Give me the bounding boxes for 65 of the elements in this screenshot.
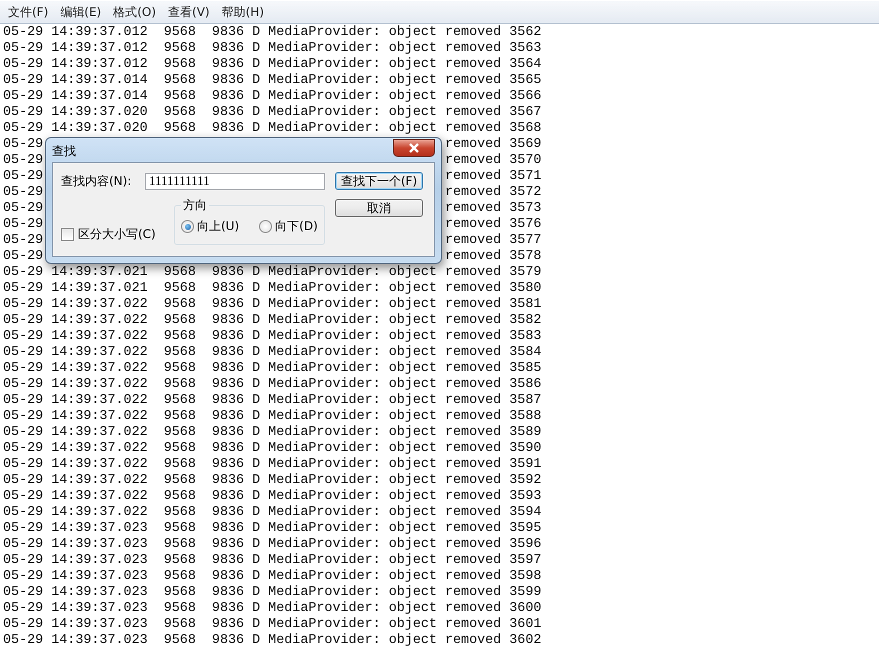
log-line: 05-29 14:39:37.022 9568 9836 D MediaProvider: object removed 3593 [3, 489, 542, 505]
log-line-end: removed 3569 [444, 137, 542, 153]
find-label: 查找内容(N): [61, 172, 132, 190]
log-line-end: removed 3576 [444, 217, 542, 233]
log-line-end: removed 3578 [444, 249, 542, 265]
log-line: 05-29 14:39:37.023 9568 9836 D MediaProvider: object removed 3602 [3, 633, 542, 649]
log-line-start: 05-29 [3, 169, 44, 185]
log-line: 05-29 14:39:37.023 9568 9836 D MediaProvider: object removed 3600 [3, 601, 542, 617]
log-line: 05-29 14:39:37.020 9568 9836 D MediaProvider: object removed 3567 [3, 105, 542, 121]
log-line: 05-29 14:39:37.022 9568 9836 D MediaProvider: object removed 3582 [3, 313, 542, 329]
log-line: 05-29 14:39:37.023 9568 9836 D MediaProvider: object removed 3595 [3, 521, 542, 537]
log-line-end: removed 3573 [444, 201, 542, 217]
log-line-end: removed 3572 [444, 185, 542, 201]
log-line: 05-29 14:39:37.014 9568 9836 D MediaProvider: object removed 3565 [3, 73, 542, 89]
find-next-button[interactable]: 查找下一个(F) [335, 172, 423, 190]
log-line-end: removed 3571 [444, 169, 542, 185]
close-icon [408, 143, 420, 153]
log-line: 05-29 14:39:37.022 9568 9836 D MediaProvider: object removed 3588 [3, 409, 542, 425]
close-button[interactable] [393, 139, 435, 157]
log-line-start: 05-29 [3, 233, 44, 249]
log-line: 05-29 14:39:37.022 9568 9836 D MediaProvider: object removed 3583 [3, 329, 542, 345]
log-line-start: 05-29 [3, 137, 44, 153]
log-line: 05-29 14:39:37.022 9568 9836 D MediaProvider: object removed 3586 [3, 377, 542, 393]
log-line-end: removed 3577 [444, 233, 542, 249]
log-line: 05-29 14:39:37.022 9568 9836 D MediaProvider: object removed 3589 [3, 425, 542, 441]
log-line: 05-29 14:39:37.012 9568 9836 D MediaProvider: object removed 3564 [3, 57, 542, 73]
log-line: 05-29 14:39:37.021 9568 9836 D MediaProvider: object removed 3580 [3, 281, 542, 297]
menu-item[interactable]: 查看(V) [162, 4, 216, 20]
log-line: 05-29 14:39:37.022 9568 9836 D MediaProvider: object removed 3585 [3, 361, 542, 377]
log-line: 05-29 14:39:37.023 9568 9836 D MediaProvider: object removed 3598 [3, 569, 542, 585]
find-input[interactable]: 1111111111 [145, 172, 325, 190]
log-line: 05-29 14:39:37.012 9568 9836 D MediaProvider: object removed 3563 [3, 41, 542, 57]
radio-button[interactable] [181, 220, 194, 233]
log-line-start: 05-29 [3, 185, 44, 201]
checkbox-label: 区分大小写(C) [78, 226, 156, 243]
menu-item[interactable]: 格式(O) [107, 4, 162, 20]
log-line: 05-29 14:39:37.022 9568 9836 D MediaProvider: object removed 3581 [3, 297, 542, 313]
log-line-start: 05-29 [3, 153, 44, 169]
log-line: 05-29 14:39:37.023 9568 9836 D MediaProvider: object removed 3596 [3, 537, 542, 553]
log-line-start: 05-29 [3, 201, 44, 217]
log-line: 05-29 14:39:37.022 9568 9836 D MediaProvider: object removed 3584 [3, 345, 542, 361]
radio-label: 向下(D) [275, 218, 318, 235]
radio-label: 向上(U) [197, 218, 240, 235]
log-line: 05-29 14:39:37.023 9568 9836 D MediaProvider: object removed 3597 [3, 553, 542, 569]
menu-item[interactable]: 编辑(E) [54, 4, 108, 20]
log-line-start: 05-29 [3, 217, 44, 233]
checkbox[interactable] [61, 228, 74, 241]
log-line-end: removed 3570 [444, 153, 542, 169]
log-line: 05-29 14:39:37.020 9568 9836 D MediaProvider: object removed 3568 [3, 121, 542, 137]
log-line: 05-29 14:39:37.022 9568 9836 D MediaProvider: object removed 3592 [3, 473, 542, 489]
dialog-title: 查找 [52, 143, 76, 160]
log-line-start: 05-29 [3, 249, 44, 265]
cancel-button[interactable]: 取消 [335, 199, 423, 217]
log-line: 05-29 14:39:37.023 9568 9836 D MediaProvider: object removed 3599 [3, 585, 542, 601]
log-line: 05-29 14:39:37.022 9568 9836 D MediaProvider: object removed 3594 [3, 505, 542, 521]
log-line: 05-29 14:39:37.022 9568 9836 D MediaProvider: object removed 3587 [3, 393, 542, 409]
radio-button[interactable] [259, 220, 272, 233]
log-line: 05-29 14:39:37.022 9568 9836 D MediaProvider: object removed 3591 [3, 457, 542, 473]
log-line: 05-29 14:39:37.012 9568 9836 D MediaProvider: object removed 3562 [3, 25, 542, 41]
menu-item[interactable]: 帮助(H) [216, 4, 270, 20]
log-line: 05-29 14:39:37.023 9568 9836 D MediaProvider: object removed 3601 [3, 617, 542, 633]
log-line: 05-29 14:39:37.022 9568 9836 D MediaProvider: object removed 3590 [3, 441, 542, 457]
menu-item[interactable]: 文件(F) [2, 4, 54, 20]
log-line: 05-29 14:39:37.021 9568 9836 D MediaProvider: object removed 3579 [3, 265, 542, 281]
log-line: 05-29 14:39:37.014 9568 9836 D MediaProvider: object removed 3566 [3, 89, 542, 105]
